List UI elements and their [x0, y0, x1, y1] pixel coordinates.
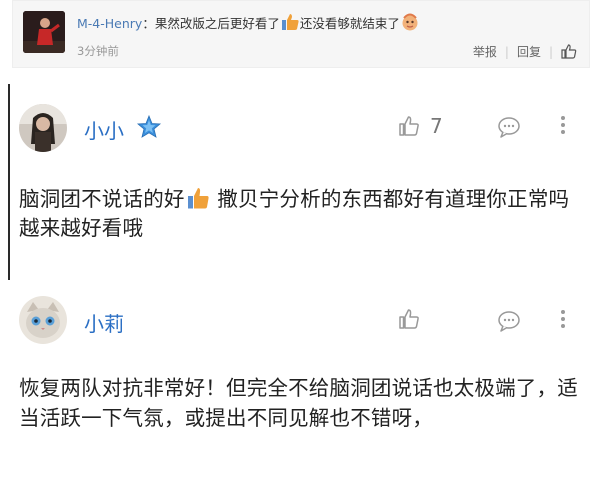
more-vertical-icon [561, 116, 565, 134]
like-icon[interactable] [561, 44, 577, 59]
comment-text: 脑洞团不说话的好 撒贝宁分析的东西都好有道理你正常吗 越来越好看哦 [19, 185, 589, 243]
like-icon [399, 309, 419, 329]
comment-item: 小莉 恢复两队对抗非常好！但完全不给脑洞团说话也太极端了，适当活跃一下气氛，或提… [0, 288, 600, 494]
nested-reply-text-2: 还没看够就结束了 [299, 16, 400, 31]
nested-reply-avatar[interactable] [23, 11, 65, 53]
comment-item: 小小 7 脑洞团不说话的好 撒贝宁分析的东西都好有道理你正常吗 越来越好看哦 [0, 84, 600, 280]
nested-reply-colon: ： [142, 16, 155, 31]
like-count: 7 [430, 114, 443, 138]
avatar[interactable] [19, 104, 67, 152]
reply-comment-button[interactable] [497, 310, 521, 332]
nested-reply-text-1: 果然改版之后更好看了 [154, 16, 280, 31]
avatar[interactable] [19, 296, 67, 344]
action-divider: | [548, 44, 553, 59]
comment-divider [0, 280, 600, 286]
nested-reply-username[interactable]: M-4-Henry [77, 16, 142, 31]
action-divider: | [504, 44, 509, 59]
star-badge-icon [136, 114, 162, 138]
face-emoji-icon [402, 13, 418, 31]
nested-reply-actions: 举报 | 回复 | [473, 43, 577, 60]
report-button[interactable]: 举报 [473, 43, 497, 60]
comment-text: 恢复两队对抗非常好！但完全不给脑洞团说话也太极端了，适当活跃一下气氛，或提出不同… [19, 376, 578, 430]
nested-reply-time: 3分钟前 [77, 44, 119, 58]
like-icon [399, 116, 419, 136]
reply-comment-button[interactable] [497, 116, 521, 138]
reply-button[interactable]: 回复 [517, 43, 541, 60]
more-options-button[interactable] [560, 114, 568, 136]
comment-bubble-icon [498, 117, 520, 138]
more-vertical-icon [561, 310, 565, 328]
thumbs-up-emoji-icon [187, 188, 209, 209]
like-button[interactable] [398, 308, 420, 330]
comment-username[interactable]: 小莉 [84, 308, 124, 337]
thumbs-up-emoji-icon [281, 14, 299, 30]
more-options-button[interactable] [560, 308, 568, 330]
like-button[interactable]: 7 [398, 114, 443, 138]
comment-bubble-icon [498, 311, 520, 332]
quote-bar [8, 84, 10, 280]
nested-reply-line: M-4-Henry：果然改版之后更好看了 还没看够就结束了 [77, 12, 420, 32]
comment-text-part1: 脑洞团不说话的好 [19, 187, 185, 211]
nested-reply: M-4-Henry：果然改版之后更好看了 还没看够就结束了 3分钟前 举报 | 回… [12, 0, 590, 68]
comment-username[interactable]: 小小 [84, 115, 124, 144]
